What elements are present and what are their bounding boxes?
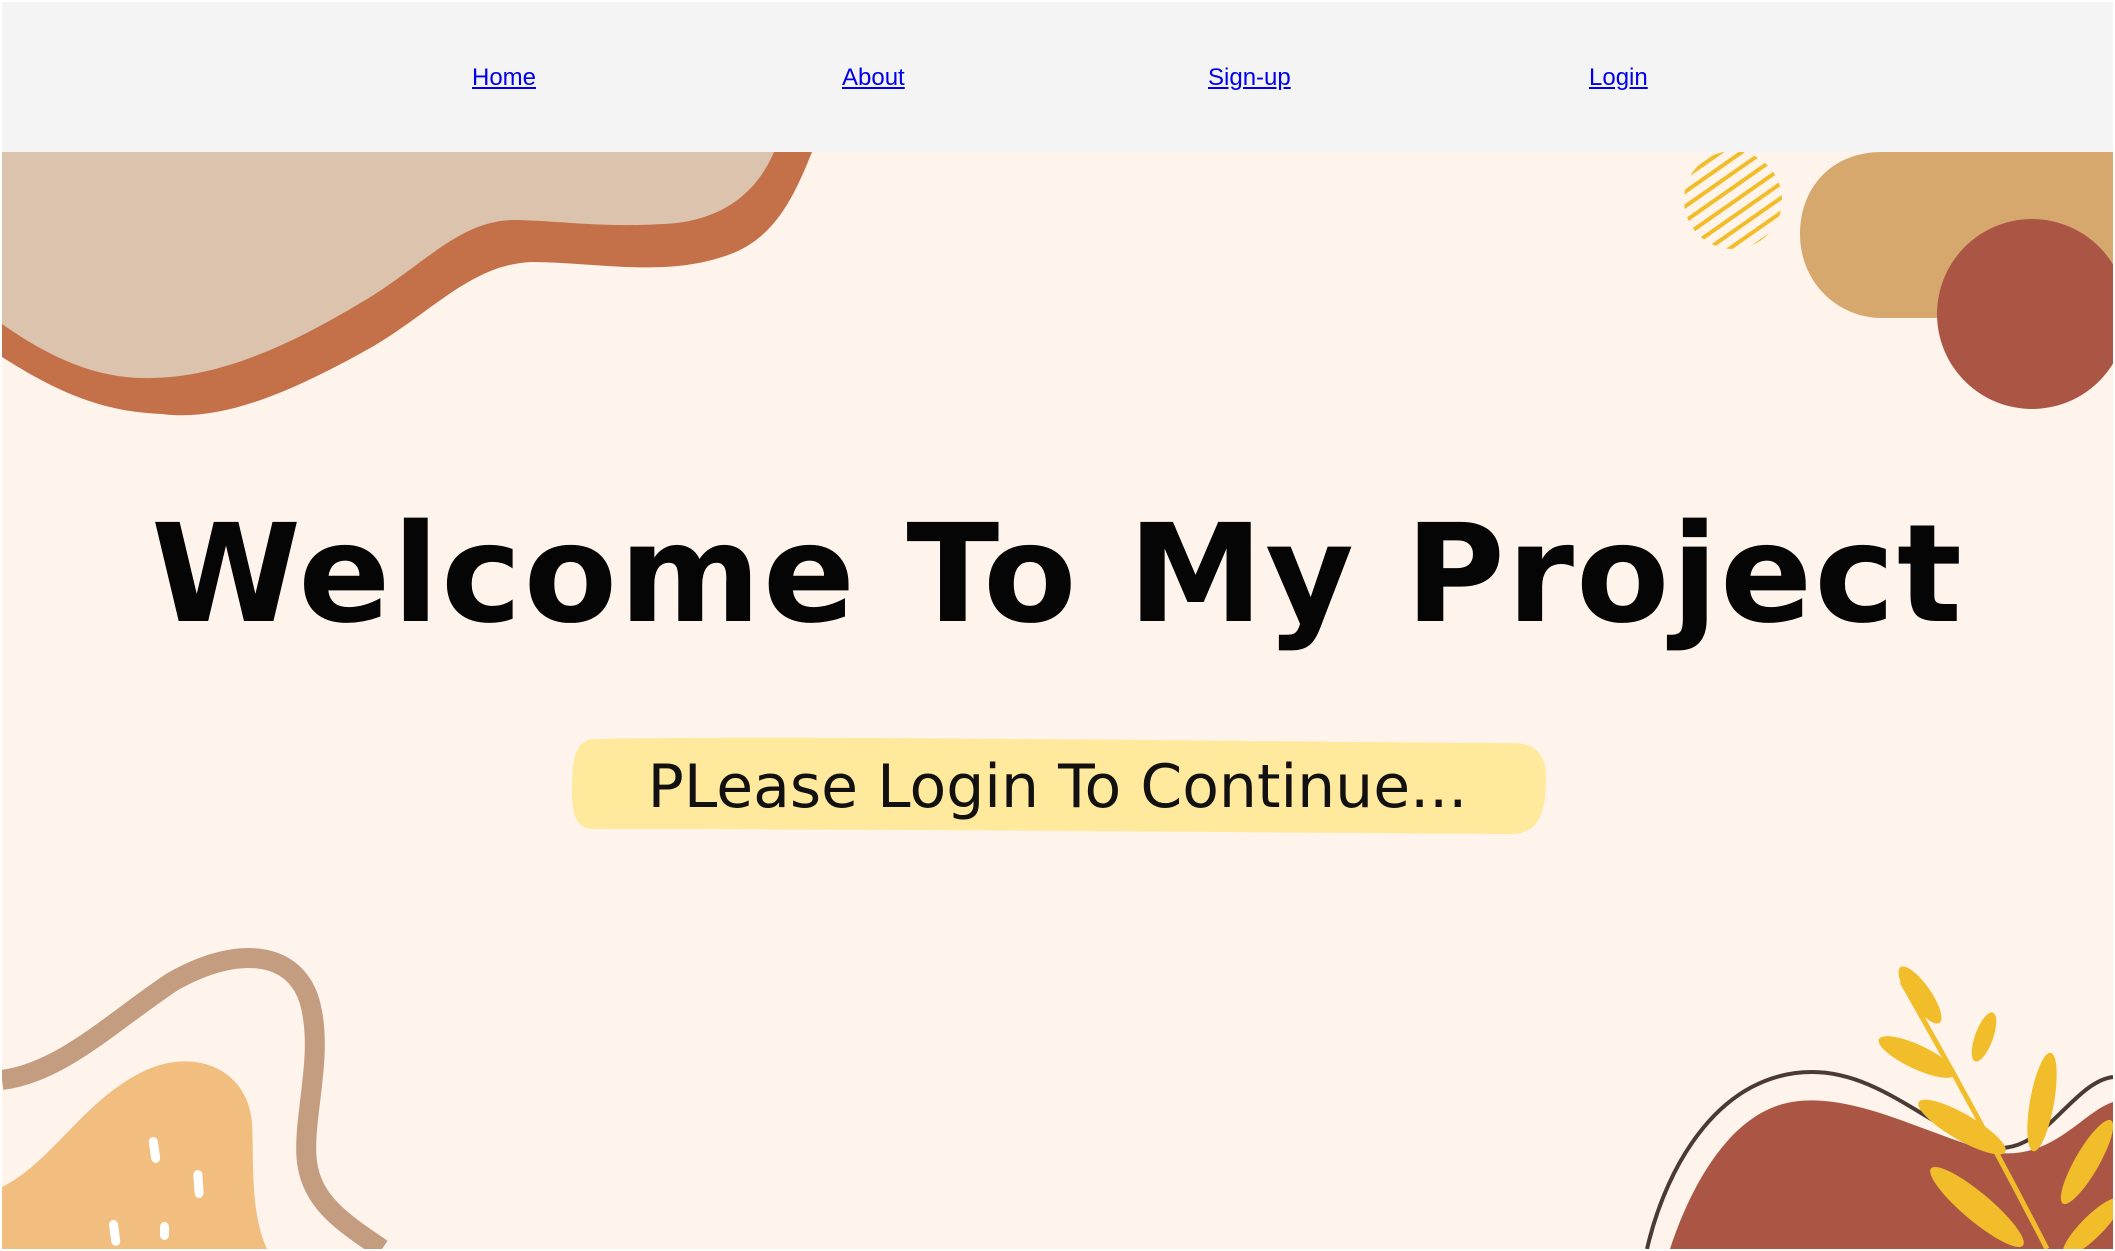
dash-4 bbox=[160, 1222, 169, 1240]
hero-banner: Welcome To My Project PLease Login To Co… bbox=[2, 152, 2113, 1249]
page: Home About Sign-up Login Welcome To My P… bbox=[0, 0, 2115, 1251]
bottom-left-blob bbox=[2, 1061, 267, 1249]
nav-link-signup[interactable]: Sign-up bbox=[1208, 63, 1291, 93]
nav-link-login[interactable]: Login bbox=[1589, 63, 1648, 93]
striped-circle bbox=[1684, 152, 1782, 249]
hero-title: Welcome To My Project bbox=[151, 496, 1964, 654]
hero-subtitle: PLease Login To Continue... bbox=[647, 752, 1468, 822]
nav-link-about[interactable]: About bbox=[842, 63, 905, 93]
top-navbar: Home About Sign-up Login bbox=[2, 2, 2113, 152]
decorative-background bbox=[2, 152, 2113, 1249]
nav-link-home[interactable]: Home bbox=[472, 63, 536, 93]
